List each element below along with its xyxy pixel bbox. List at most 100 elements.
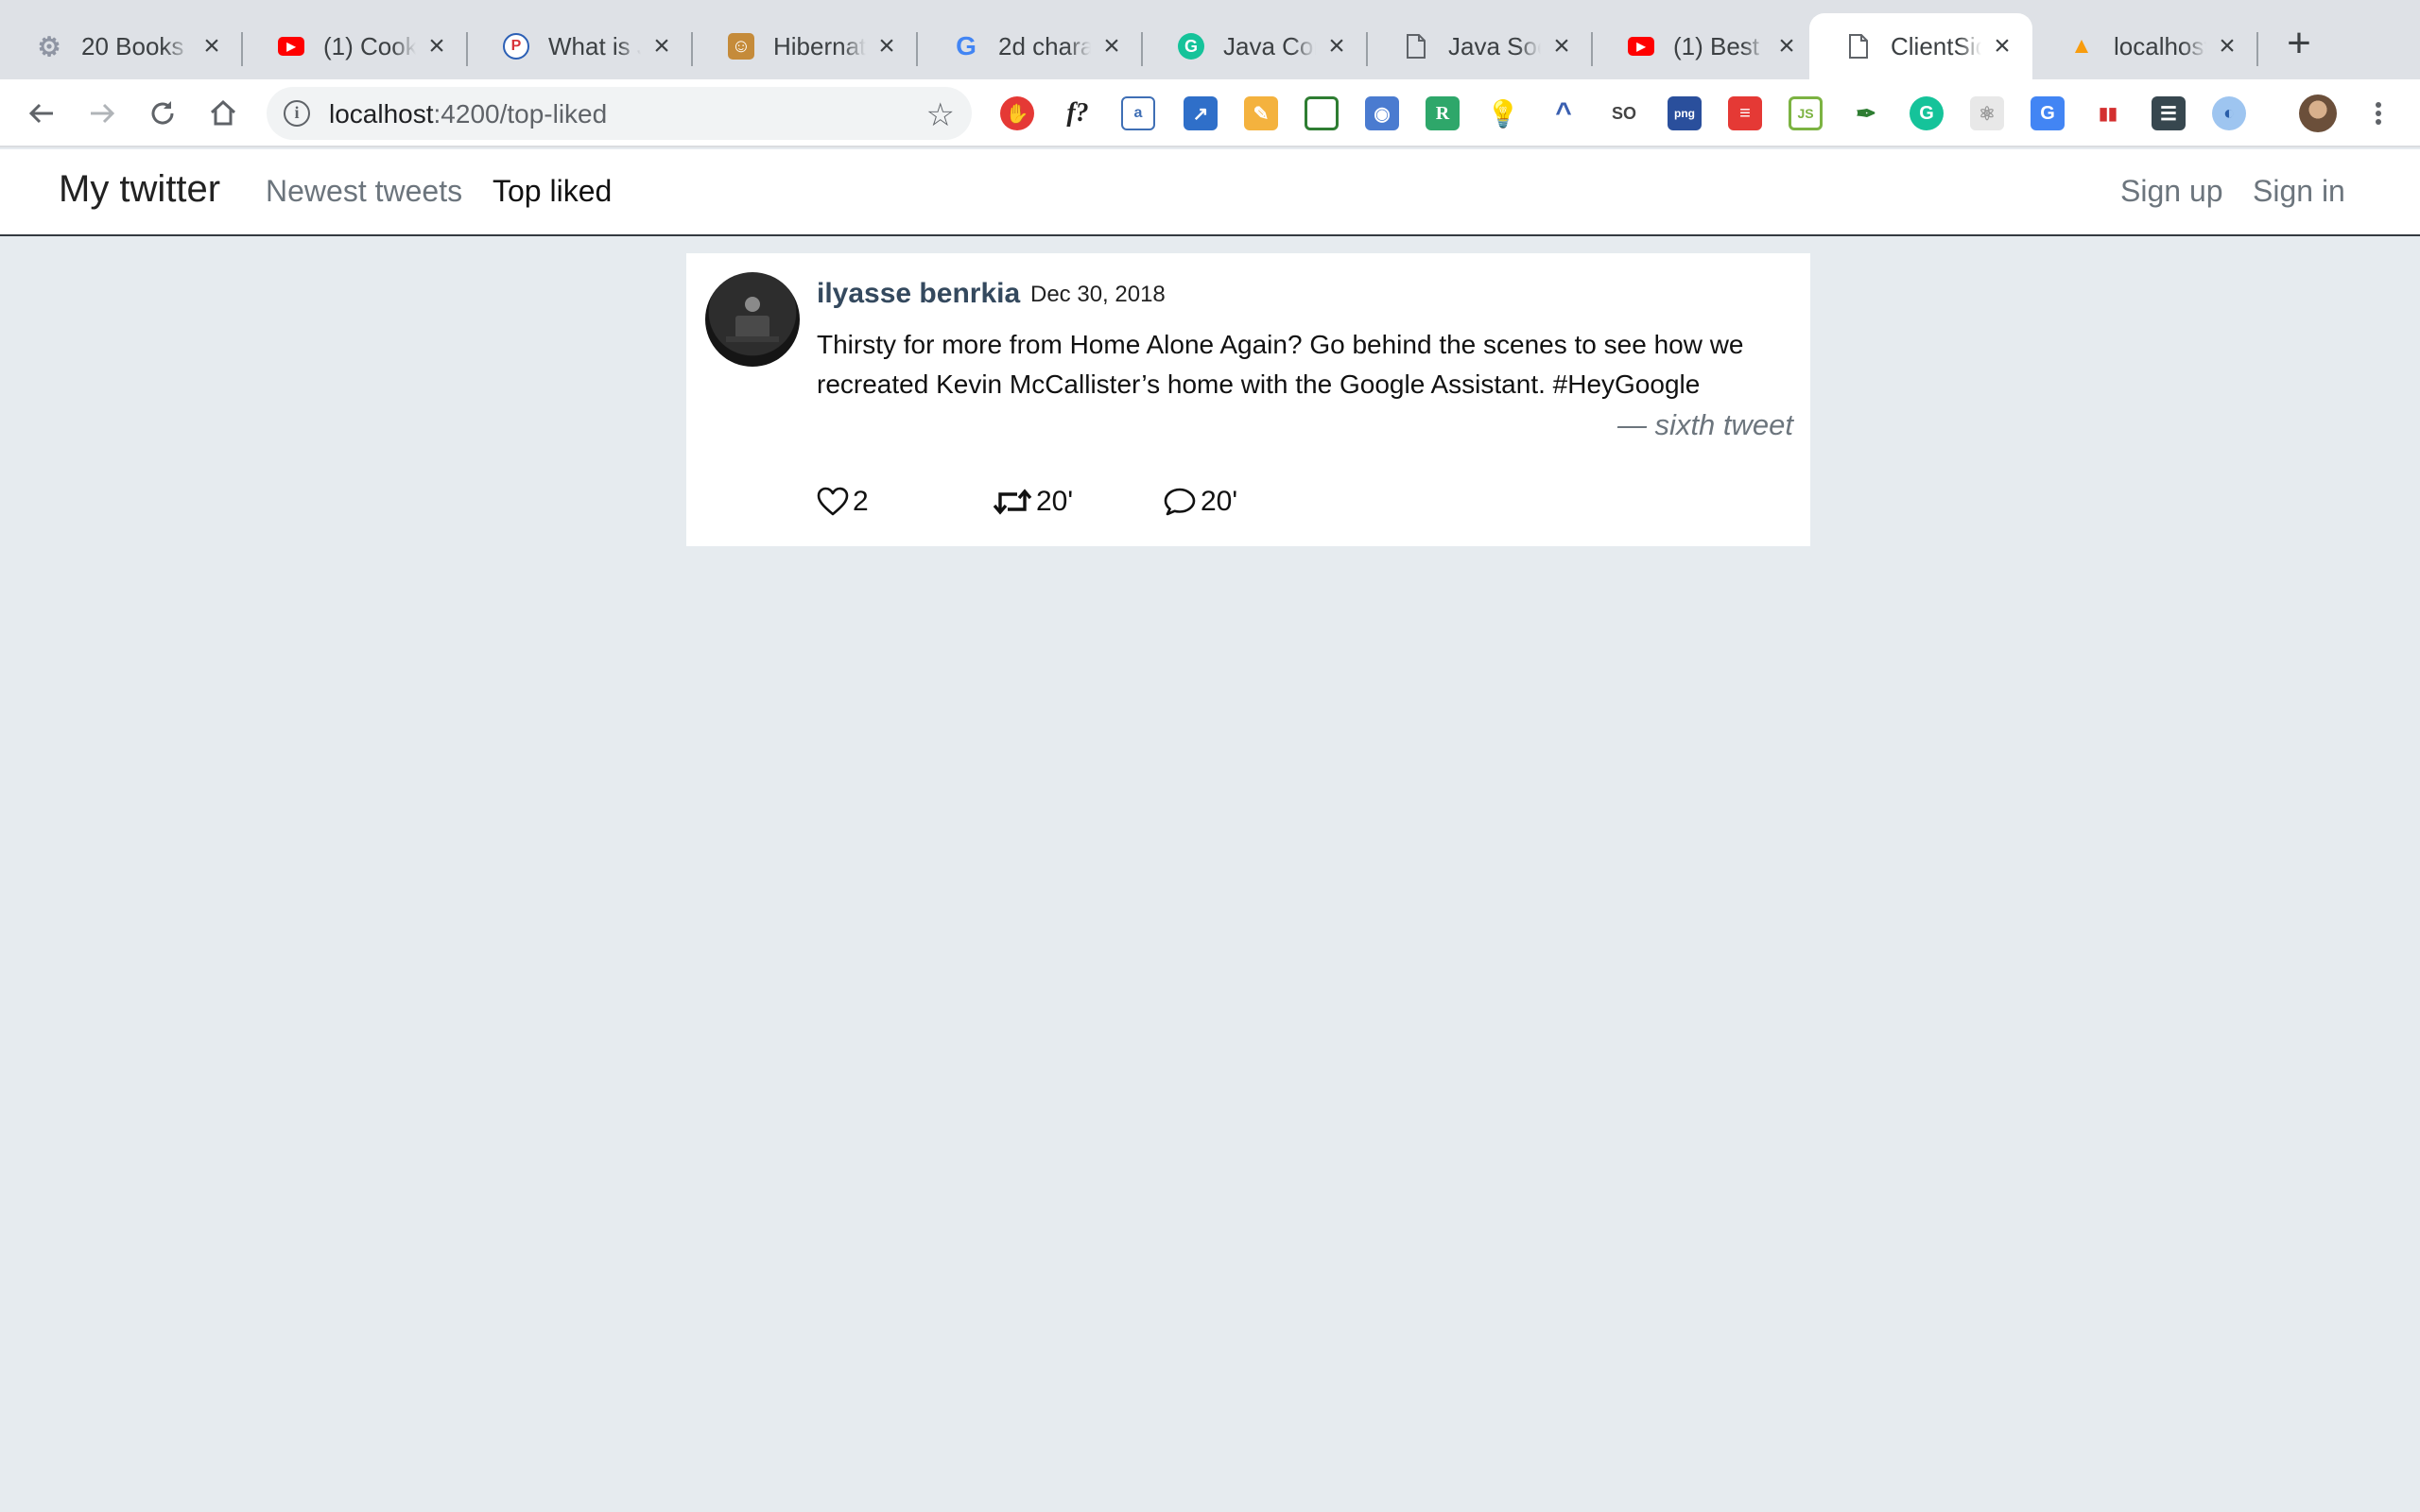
tab-title: ClientSide [1891, 31, 1981, 60]
back-button[interactable] [23, 94, 60, 132]
google-icon: G [956, 31, 977, 60]
back-arrow-icon [28, 103, 53, 124]
tab-title: Java Sock [1448, 31, 1541, 60]
edit-extension-icon[interactable]: ✎ [1244, 96, 1278, 130]
avatar-image [726, 297, 779, 342]
nodejs-extension-icon[interactable]: JS [1789, 96, 1823, 130]
like-count: 2 [853, 486, 869, 517]
todoist-extension-icon[interactable]: ≡ [1728, 96, 1762, 130]
browser-tab[interactable]: P What is Ja × [467, 13, 693, 79]
tweet-signature: — sixth tweet [1616, 408, 1793, 441]
server-extension-icon[interactable]: ☰ [2152, 96, 2186, 130]
youtube-icon: ▶ [1628, 37, 1654, 56]
browser-tab[interactable]: G 2d charac × [917, 13, 1143, 79]
info-icon[interactable]: i [284, 100, 310, 127]
forward-button[interactable] [83, 94, 121, 132]
tab-title: (1) Best w [1673, 31, 1766, 60]
author-avatar[interactable] [705, 272, 800, 367]
retweet-icon [993, 489, 1032, 515]
close-icon[interactable]: × [1548, 32, 1575, 60]
tab-title: 20 Books [81, 31, 184, 60]
browser-tab[interactable]: Java Sock × [1367, 13, 1593, 79]
profile-avatar[interactable] [2299, 94, 2337, 132]
browser-tab-active[interactable]: ClientSide × [1809, 13, 2032, 79]
close-icon[interactable]: × [1323, 32, 1350, 60]
tab-title: Hibernate [773, 31, 866, 60]
close-icon[interactable]: × [2214, 32, 2240, 60]
tab-title: What is Ja [548, 31, 641, 60]
browser-tab[interactable]: ▶ (1) Best w × [1592, 13, 1817, 79]
comment-icon [1164, 488, 1196, 516]
nav-top-liked[interactable]: Top liked [493, 174, 612, 209]
new-tab-button[interactable]: + [2280, 23, 2318, 64]
heart-icon [817, 487, 849, 516]
settings-icon: ⚙ [37, 31, 61, 61]
tab-title: Java Conc [1223, 31, 1316, 60]
close-icon[interactable]: × [873, 32, 900, 60]
screenshot-extension-icon[interactable] [1305, 96, 1339, 130]
person-icon: ☺ [728, 33, 754, 60]
chart-extension-icon[interactable]: ↗ [1184, 96, 1218, 130]
grammarly-icon: G [1178, 33, 1204, 60]
nav-newest-tweets[interactable]: Newest tweets [266, 174, 462, 209]
address-bar[interactable]: i localhost:4200/top-liked ☆ [267, 87, 972, 140]
bulb-extension-icon[interactable]: 💡 [1486, 96, 1520, 130]
browser-tab[interactable]: ⚙ 20 Books × [0, 13, 243, 79]
nav-sign-up[interactable]: Sign up [2120, 174, 2223, 209]
nav-sign-in[interactable]: Sign in [2253, 174, 2345, 209]
reload-button[interactable] [144, 94, 182, 132]
seo-extension-icon[interactable]: SO [1607, 96, 1641, 130]
reload-icon [151, 101, 174, 125]
flag-extension-icon[interactable]: ▮▮ [2091, 96, 2125, 130]
tab-separator [2256, 32, 2258, 66]
tweet-card: ilyasse benrkia Dec 30, 2018 Thirsty for… [686, 253, 1810, 546]
browser-tab[interactable]: ▲ localhost × [2032, 13, 2258, 79]
eyedropper-extension-icon[interactable]: ✒ [1849, 96, 1883, 130]
caret-extension-icon[interactable]: ^ [1547, 96, 1581, 130]
close-icon[interactable]: × [1989, 32, 2015, 60]
browser-toolbar: i localhost:4200/top-liked ☆ ✋ f? a ↗ ✎ … [0, 79, 2420, 147]
png-extension-icon[interactable]: png [1668, 96, 1702, 130]
youtube-icon: ▶ [278, 37, 304, 56]
translate-extension-icon[interactable]: G [2031, 96, 2065, 130]
tab-title: (1) Cookie [323, 31, 416, 60]
close-icon[interactable]: × [1773, 32, 1800, 60]
font-finder-extension-icon[interactable]: f? [1061, 96, 1095, 130]
retweet-button[interactable]: 20' [993, 486, 1073, 518]
browser-tab[interactable]: G Java Conc × [1142, 13, 1368, 79]
p-icon: P [503, 33, 529, 60]
url-host: localhost [329, 99, 434, 129]
globe-extension-icon[interactable]: ◐ [2212, 96, 2246, 130]
document-icon [1403, 33, 1429, 60]
tab-title: localhost [2114, 31, 2206, 60]
home-button[interactable] [204, 94, 242, 132]
camera-extension-icon[interactable]: ◉ [1365, 96, 1399, 130]
app-navbar: My twitter Newest tweets Top liked Sign … [0, 149, 2420, 236]
close-icon[interactable]: × [648, 32, 675, 60]
home-icon [210, 99, 236, 126]
close-icon[interactable]: × [199, 32, 225, 60]
forward-arrow-icon [91, 103, 115, 124]
browser-tab[interactable]: ▶ (1) Cookie × [242, 13, 468, 79]
comment-count: 20' [1201, 486, 1238, 517]
url-text[interactable]: localhost:4200/top-liked [329, 99, 607, 129]
brand-link[interactable]: My twitter [59, 168, 220, 211]
bookmark-star-icon[interactable]: ☆ [926, 96, 955, 134]
retweet-count: 20' [1036, 486, 1074, 517]
grammarly-extension-icon[interactable]: G [1910, 96, 1944, 130]
tweet-author[interactable]: ilyasse benrkia [817, 278, 1020, 310]
close-icon[interactable]: × [1098, 32, 1125, 60]
phpmyadmin-icon: ▲ [2070, 33, 2093, 59]
tab-title: 2d charac [998, 31, 1091, 60]
react-extension-icon[interactable]: ⚛ [1970, 96, 2004, 130]
browser-tab[interactable]: ☺ Hibernate × [692, 13, 918, 79]
document-icon [1845, 33, 1872, 60]
browser-menu-icon[interactable] [2369, 94, 2388, 132]
close-icon[interactable]: × [424, 32, 450, 60]
comment-button[interactable]: 20' [1163, 486, 1237, 518]
browser-tab-bar: ⚙ 20 Books × ▶ (1) Cookie × P What is Ja… [0, 0, 2420, 79]
r-extension-icon[interactable]: R [1426, 96, 1460, 130]
like-button[interactable]: 2 [817, 486, 869, 518]
scale-extension-icon[interactable]: a [1121, 96, 1155, 130]
adblock-extension-icon[interactable]: ✋ [1000, 96, 1034, 130]
